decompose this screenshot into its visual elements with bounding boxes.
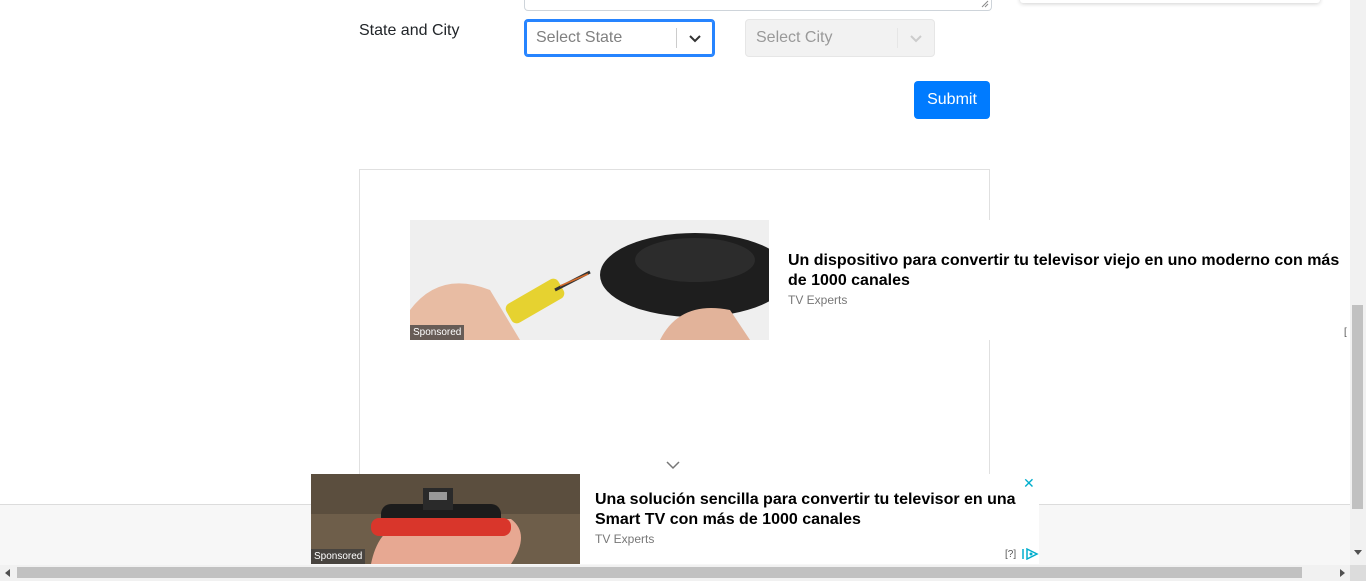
sticky-ad[interactable]: Sponsored Una solución sencilla para con…: [311, 474, 1039, 564]
city-select-placeholder: Select City: [756, 29, 833, 46]
sponsored-badge: Sponsored: [311, 549, 366, 564]
chevron-down-icon[interactable]: [898, 20, 934, 56]
scroll-down-icon[interactable]: [1354, 550, 1362, 555]
ad-info-link[interactable]: [: [1344, 327, 1347, 338]
scrollbar-thumb[interactable]: [17, 567, 1302, 578]
vertical-scrollbar[interactable]: [1350, 0, 1366, 565]
scroll-left-icon[interactable]: [5, 569, 10, 577]
ad-source[interactable]: TV Experts: [788, 293, 847, 307]
ad-headline[interactable]: Una solución sencilla para convertir tu …: [595, 490, 1025, 530]
ad-info-link[interactable]: [?]: [1005, 549, 1016, 560]
adchoices-icon[interactable]: [1021, 548, 1039, 560]
ad-headline[interactable]: Un dispositivo para convertir tu televis…: [788, 251, 1348, 291]
city-select[interactable]: Select City: [745, 19, 935, 57]
resize-grip-icon[interactable]: [981, 0, 989, 8]
chevron-down-icon[interactable]: [677, 20, 713, 56]
message-textarea[interactable]: [524, 0, 992, 11]
sponsored-badge: Sponsored: [410, 325, 465, 340]
scrollbar-thumb[interactable]: [1352, 305, 1363, 509]
state-select[interactable]: Select State: [524, 19, 715, 57]
ad-image[interactable]: Sponsored: [311, 474, 580, 564]
close-icon[interactable]: ✕: [1023, 475, 1035, 492]
horizontal-scrollbar[interactable]: [0, 565, 1350, 581]
state-city-label: State and City: [359, 22, 460, 39]
ad-image[interactable]: Sponsored: [410, 220, 769, 340]
submit-button[interactable]: Submit: [914, 81, 990, 119]
sidebar-card: [1020, 0, 1320, 3]
scrollbar-corner: [1350, 565, 1366, 581]
scroll-right-icon[interactable]: [1340, 569, 1345, 577]
ad-image-illustration: [410, 220, 769, 340]
ad-source[interactable]: TV Experts: [595, 532, 654, 546]
state-select-placeholder: Select State: [536, 29, 623, 46]
chevron-down-icon[interactable]: [666, 460, 680, 470]
